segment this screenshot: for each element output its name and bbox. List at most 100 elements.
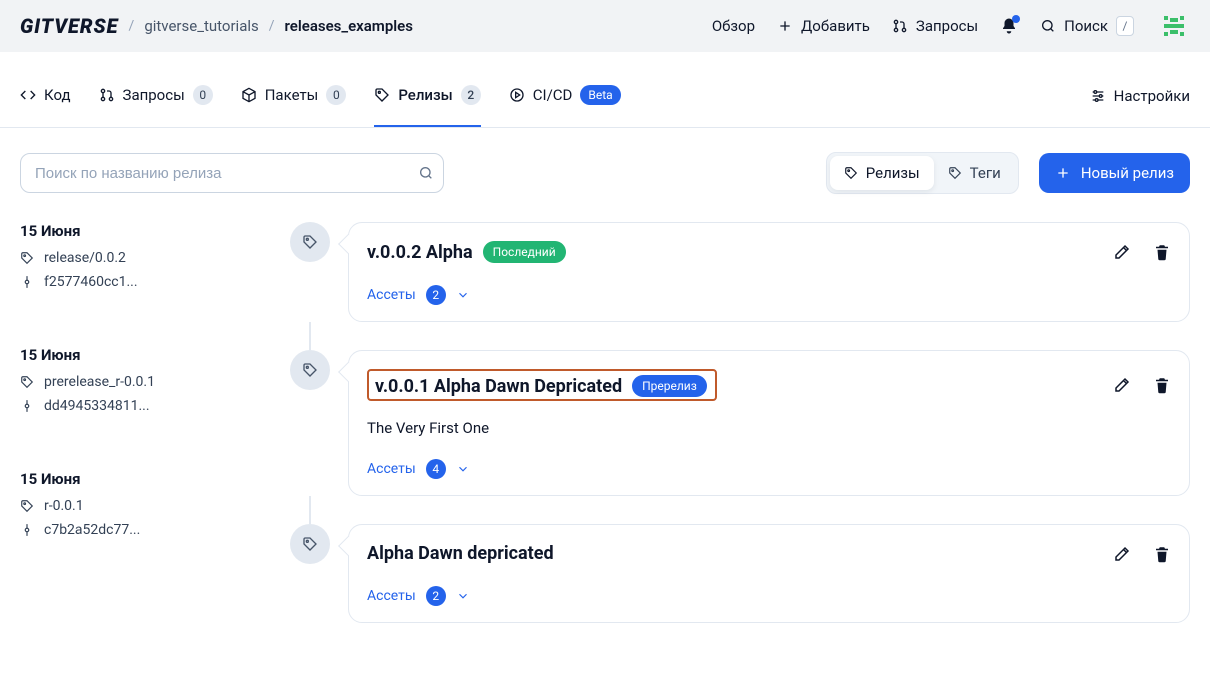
breadcrumb-repo[interactable]: releases_examples <box>285 17 413 35</box>
notifications-button[interactable] <box>1000 17 1018 35</box>
assets-toggle[interactable]: Ассеты 4 <box>367 459 470 479</box>
tab-requests-count: 0 <box>193 85 213 105</box>
logo[interactable]: GITVERSE <box>20 14 119 38</box>
assets-count: 2 <box>426 586 446 606</box>
commit-icon <box>20 275 34 289</box>
pull-request-icon <box>99 87 115 103</box>
release-card: Alpha Dawn depricated Ассеты 2 <box>348 524 1190 623</box>
assets-count: 2 <box>426 285 446 305</box>
settings-icon <box>1090 88 1106 104</box>
search-icon <box>1040 18 1056 34</box>
release-commit[interactable]: f2577460cc1... <box>20 274 250 290</box>
release-commit-hash: f2577460cc1... <box>44 274 138 290</box>
tags-icon <box>948 166 962 180</box>
tab-cicd-label: CI/CD <box>533 86 573 104</box>
new-release-label: Новый релиз <box>1081 164 1174 182</box>
assets-toggle[interactable]: Ассеты 2 <box>367 285 470 305</box>
release-date: 15 Июня <box>20 470 250 488</box>
release-tag-label: r-0.0.1 <box>44 498 84 514</box>
assets-count: 4 <box>426 459 446 479</box>
nav-overview[interactable]: Обзор <box>712 17 755 35</box>
tab-settings[interactable]: Настройки <box>1090 87 1190 105</box>
nav-requests-label: Запросы <box>916 17 978 35</box>
tag-icon <box>844 166 858 180</box>
release-commit[interactable]: dd4945334811... <box>20 398 250 414</box>
search-shortcut: / <box>1116 16 1134 36</box>
new-release-button[interactable]: Новый релиз <box>1039 153 1190 193</box>
nav-add[interactable]: Добавить <box>777 17 870 35</box>
release-card: v.0.0.1 Alpha Dawn Depricated Пререлиз T… <box>348 350 1190 496</box>
release-tag[interactable]: release/0.0.2 <box>20 250 250 266</box>
assets-label: Ассеты <box>367 588 416 604</box>
release-search-input[interactable] <box>20 153 444 193</box>
segmented-releases-label: Релизы <box>866 164 920 182</box>
tab-code[interactable]: Код <box>20 64 71 127</box>
status-badge: Пререлиз <box>632 375 707 397</box>
release-tag-label: release/0.0.2 <box>44 250 126 266</box>
release-commit-hash: c7b2a52dc77... <box>44 522 140 538</box>
assets-label: Ассеты <box>367 287 416 303</box>
breadcrumb-org[interactable]: gitverse_tutorials <box>144 17 258 35</box>
edit-button[interactable] <box>1113 243 1131 261</box>
release-card: v.0.0.2 Alpha Последний Ассеты 2 <box>348 222 1190 322</box>
release-commit[interactable]: c7b2a52dc77... <box>20 522 250 538</box>
tab-packages[interactable]: Пакеты 0 <box>241 64 347 127</box>
release-tag[interactable]: prerelease_r-0.0.1 <box>20 374 250 390</box>
tab-requests[interactable]: Запросы 0 <box>99 64 213 127</box>
search-icon[interactable] <box>418 153 434 193</box>
release-title[interactable]: v.0.0.2 Alpha <box>367 242 473 263</box>
release-title[interactable]: Alpha Dawn depricated <box>367 543 554 564</box>
release-title[interactable]: v.0.0.1 Alpha Dawn Depricated <box>375 376 622 397</box>
tab-cicd[interactable]: CI/CD Beta <box>509 64 621 127</box>
nav-requests[interactable]: Запросы <box>892 17 978 35</box>
pull-request-icon <box>892 18 908 34</box>
tab-releases-label: Релизы <box>398 86 452 104</box>
breadcrumb-separator: / <box>129 18 135 34</box>
release-item: v.0.0.1 Alpha Dawn Depricated Пререлиз T… <box>290 350 1190 496</box>
tab-packages-count: 0 <box>326 85 346 105</box>
chevron-down-icon <box>456 589 470 603</box>
tab-requests-label: Запросы <box>123 86 185 104</box>
commit-icon <box>20 399 34 413</box>
chevron-down-icon <box>456 288 470 302</box>
segmented-tags[interactable]: Теги <box>934 156 1015 190</box>
release-tag[interactable]: r-0.0.1 <box>20 498 250 514</box>
commit-icon <box>20 523 34 537</box>
assets-label: Ассеты <box>367 461 416 477</box>
release-meta: 15 Июня prerelease_r-0.0.1 dd4945334811.… <box>20 346 250 414</box>
release-meta: 15 Июня release/0.0.2 f2577460cc1... <box>20 222 250 290</box>
edit-button[interactable] <box>1113 376 1131 394</box>
repo-tabs: Код Запросы 0 Пакеты 0 Релизы 2 <box>0 64 1210 128</box>
avatar[interactable] <box>1156 8 1192 44</box>
search-button[interactable]: Поиск / <box>1040 16 1134 36</box>
release-meta-sidebar: 15 Июня release/0.0.2 f2577460cc1... 15 … <box>20 222 250 623</box>
delete-button[interactable] <box>1153 243 1171 261</box>
releases-list: v.0.0.2 Alpha Последний Ассеты 2 <box>290 222 1190 623</box>
releases-toolbar: Релизы Теги Новый релиз <box>0 128 1210 194</box>
notification-indicator <box>1012 15 1020 23</box>
release-tag-label: prerelease_r-0.0.1 <box>44 374 155 390</box>
tab-cicd-badge: Beta <box>580 85 620 105</box>
plus-icon <box>777 18 793 34</box>
edit-button[interactable] <box>1113 545 1131 563</box>
delete-button[interactable] <box>1153 545 1171 563</box>
release-search <box>20 153 444 193</box>
tag-icon <box>374 87 390 103</box>
timeline-tag-icon <box>290 350 330 390</box>
global-header: GITVERSE / gitverse_tutorials / releases… <box>0 0 1210 52</box>
segmented-releases[interactable]: Релизы <box>830 156 934 190</box>
search-label: Поиск <box>1064 17 1108 35</box>
header-actions: Обзор Добавить Запросы Поиск / <box>712 8 1192 44</box>
tab-releases[interactable]: Релизы 2 <box>374 64 480 127</box>
delete-button[interactable] <box>1153 376 1171 394</box>
tag-icon <box>20 499 34 513</box>
tag-icon <box>20 251 34 265</box>
tab-releases-count: 2 <box>461 85 481 105</box>
release-commit-hash: dd4945334811... <box>44 398 150 414</box>
timeline-tag-icon <box>290 524 330 564</box>
release-item: v.0.0.2 Alpha Последний Ассеты 2 <box>290 222 1190 322</box>
code-icon <box>20 87 36 103</box>
breadcrumb-separator: / <box>269 18 275 34</box>
highlighted-title-box: v.0.0.1 Alpha Dawn Depricated Пререлиз <box>367 369 717 401</box>
assets-toggle[interactable]: Ассеты 2 <box>367 586 470 606</box>
